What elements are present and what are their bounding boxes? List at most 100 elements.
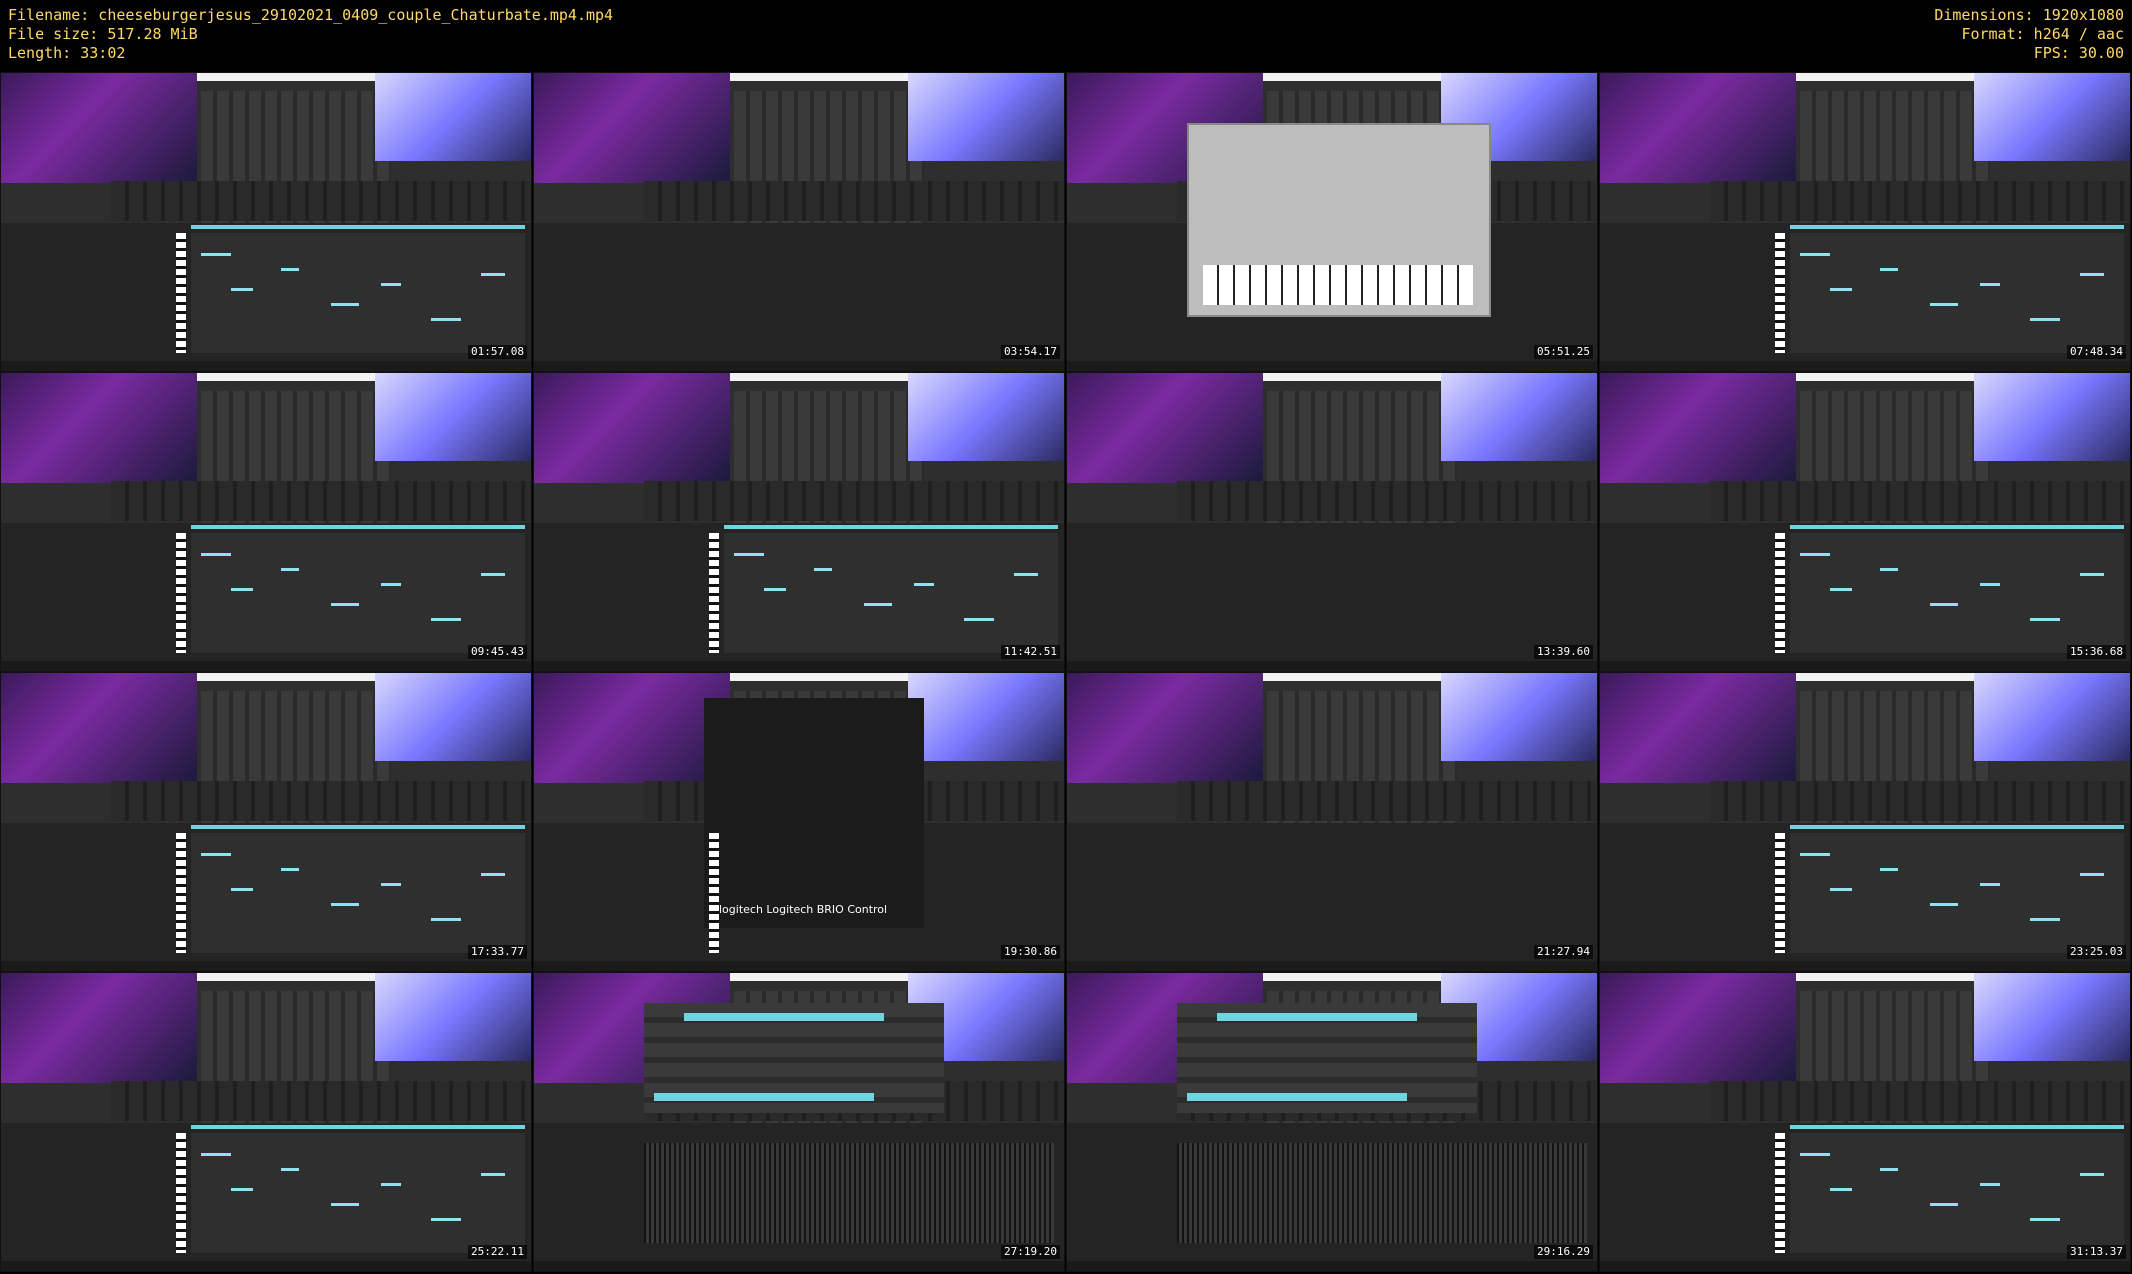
timestamp-label: 11:42.51 bbox=[1001, 645, 1060, 659]
webcam-studio-view bbox=[1, 973, 197, 1083]
audio-clip bbox=[654, 1093, 874, 1101]
midi-note bbox=[2080, 273, 2104, 276]
webcam-face-view bbox=[375, 673, 531, 761]
webcam-face-view bbox=[908, 373, 1064, 461]
midi-note bbox=[1830, 588, 1852, 591]
midi-note bbox=[281, 268, 299, 271]
timestamp-label: 21:27.94 bbox=[1534, 945, 1593, 959]
level-meters bbox=[111, 1081, 531, 1121]
clip-header-bar bbox=[191, 225, 525, 229]
windows-taskbar bbox=[1600, 661, 2130, 671]
midi-note bbox=[1830, 1188, 1852, 1191]
level-meters bbox=[644, 181, 1064, 221]
midi-note bbox=[231, 1188, 253, 1191]
audio-waveform bbox=[1177, 1143, 1587, 1243]
video-thumbnail: 13:39.60 bbox=[1066, 372, 1598, 672]
video-thumbnail: 05:51.25 bbox=[1066, 72, 1598, 372]
piano-roll bbox=[1790, 1133, 2124, 1253]
logitech-control-text: Logitech BRIO Control bbox=[762, 903, 888, 916]
midi-note bbox=[1014, 573, 1038, 576]
webcam-face-view bbox=[1441, 373, 1597, 461]
timestamp-label: 29:16.29 bbox=[1534, 1245, 1593, 1259]
midi-note bbox=[481, 573, 505, 576]
video-info: Dimensions: 1920x1080 Format: h264 / aac… bbox=[1934, 6, 2124, 63]
windows-taskbar bbox=[1, 961, 531, 971]
midi-note bbox=[431, 1218, 461, 1221]
midi-note bbox=[1930, 603, 1958, 606]
midi-note bbox=[201, 1153, 231, 1156]
midi-note bbox=[1800, 1153, 1830, 1156]
piano-roll bbox=[191, 833, 525, 953]
midi-note bbox=[764, 588, 786, 591]
level-meters bbox=[1710, 181, 2130, 221]
clip-header-bar bbox=[1790, 225, 2124, 229]
midi-note bbox=[1980, 883, 2000, 886]
clip-header-bar bbox=[1790, 825, 2124, 829]
piano-roll bbox=[191, 233, 525, 353]
video-thumbnail: 25:22.11 bbox=[0, 972, 532, 1272]
window-titlebar bbox=[730, 373, 910, 381]
midi-note bbox=[2030, 918, 2060, 921]
editor-panel bbox=[1067, 823, 1597, 961]
webcam-studio-view bbox=[1600, 73, 1796, 183]
midi-note bbox=[2080, 1173, 2104, 1176]
midi-note bbox=[2080, 573, 2104, 576]
piano-keys bbox=[1775, 833, 1785, 953]
webcam-studio-view bbox=[1067, 673, 1263, 783]
webcam-face-view bbox=[1974, 973, 2130, 1061]
level-meters bbox=[1710, 781, 2130, 821]
midi-note bbox=[381, 883, 401, 886]
piano-keys bbox=[1775, 1133, 1785, 1253]
timestamp-label: 03:54.17 bbox=[1001, 345, 1060, 359]
windows-taskbar bbox=[1067, 361, 1597, 371]
piano-roll bbox=[724, 533, 1058, 653]
dimensions-text: Dimensions: 1920x1080 bbox=[1934, 6, 2124, 24]
midi-note bbox=[1830, 888, 1852, 891]
midi-note bbox=[1800, 253, 1830, 256]
window-titlebar bbox=[1796, 73, 1976, 81]
window-titlebar bbox=[197, 73, 377, 81]
level-meters bbox=[111, 481, 531, 521]
webcam-studio-view bbox=[534, 73, 730, 183]
midi-note bbox=[1980, 583, 2000, 586]
midi-note bbox=[281, 568, 299, 571]
video-thumbnail: 29:16.29 bbox=[1066, 972, 1598, 1272]
synth-plugin-window bbox=[1187, 123, 1491, 317]
midi-note bbox=[231, 888, 253, 891]
timestamp-label: 07:48.34 bbox=[2067, 345, 2126, 359]
midi-note bbox=[2030, 318, 2060, 321]
window-titlebar bbox=[197, 373, 377, 381]
windows-taskbar bbox=[1067, 661, 1597, 671]
midi-note bbox=[814, 568, 832, 571]
level-meters bbox=[1177, 781, 1597, 821]
timestamp-label: 09:45.43 bbox=[468, 645, 527, 659]
window-titlebar bbox=[730, 73, 910, 81]
midi-note bbox=[1980, 283, 2000, 286]
camera-control-dialog bbox=[704, 698, 924, 928]
clip-header-bar bbox=[191, 825, 525, 829]
window-titlebar bbox=[1263, 373, 1443, 381]
webcam-face-view bbox=[1974, 73, 2130, 161]
webcam-face-view bbox=[375, 973, 531, 1061]
midi-note bbox=[201, 553, 231, 556]
video-thumbnail: 03:54.17 bbox=[533, 72, 1065, 372]
midi-note bbox=[381, 1183, 401, 1186]
piano-roll bbox=[191, 1133, 525, 1253]
windows-taskbar bbox=[534, 661, 1064, 671]
webcam-face-view bbox=[1441, 673, 1597, 761]
editor-panel bbox=[534, 223, 1064, 361]
midi-note bbox=[1800, 853, 1830, 856]
midi-note bbox=[431, 318, 461, 321]
piano-roll bbox=[1790, 833, 2124, 953]
clip-header-bar bbox=[191, 525, 525, 529]
length-text: Length: 33:02 bbox=[8, 44, 126, 62]
timestamp-label: 17:33.77 bbox=[468, 945, 527, 959]
info-header: Filename: cheeseburgerjesus_29102021_040… bbox=[0, 0, 2132, 72]
format-text: Format: h264 / aac bbox=[1961, 25, 2124, 43]
midi-note bbox=[1930, 303, 1958, 306]
clip-header-bar bbox=[724, 525, 1058, 529]
video-thumbnail: 01:57.08 bbox=[0, 72, 532, 372]
level-meters bbox=[111, 181, 531, 221]
webcam-studio-view bbox=[1, 373, 197, 483]
clip-header-bar bbox=[1790, 1125, 2124, 1129]
